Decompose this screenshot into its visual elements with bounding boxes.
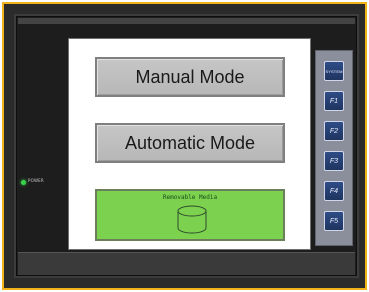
device-frame: POWER Manual Mode Automatic Mode Removab… [2, 2, 367, 290]
top-strip [18, 18, 355, 24]
f5-key[interactable]: F5 [324, 211, 344, 231]
power-led-icon [21, 180, 26, 185]
automatic-mode-button[interactable]: Automatic Mode [95, 123, 285, 163]
device-bezel: POWER Manual Mode Automatic Mode Removab… [14, 14, 359, 278]
manual-mode-button[interactable]: Manual Mode [95, 57, 285, 97]
system-key[interactable]: SYSTEM [324, 61, 344, 81]
function-key-panel: SYSTEM F1 F2 F3 F4 F5 [315, 50, 353, 246]
removable-media-panel[interactable]: Removable Media [95, 189, 285, 241]
bottom-strip [18, 252, 355, 275]
touch-screen: Manual Mode Automatic Mode Removable Med… [68, 38, 311, 250]
f4-key[interactable]: F4 [324, 181, 344, 201]
removable-media-icon [177, 205, 207, 234]
f2-key[interactable]: F2 [324, 121, 344, 141]
f1-key[interactable]: F1 [324, 91, 344, 111]
removable-media-label: Removable Media [162, 194, 218, 201]
f3-key[interactable]: F3 [324, 151, 344, 171]
power-label: POWER [28, 178, 44, 183]
